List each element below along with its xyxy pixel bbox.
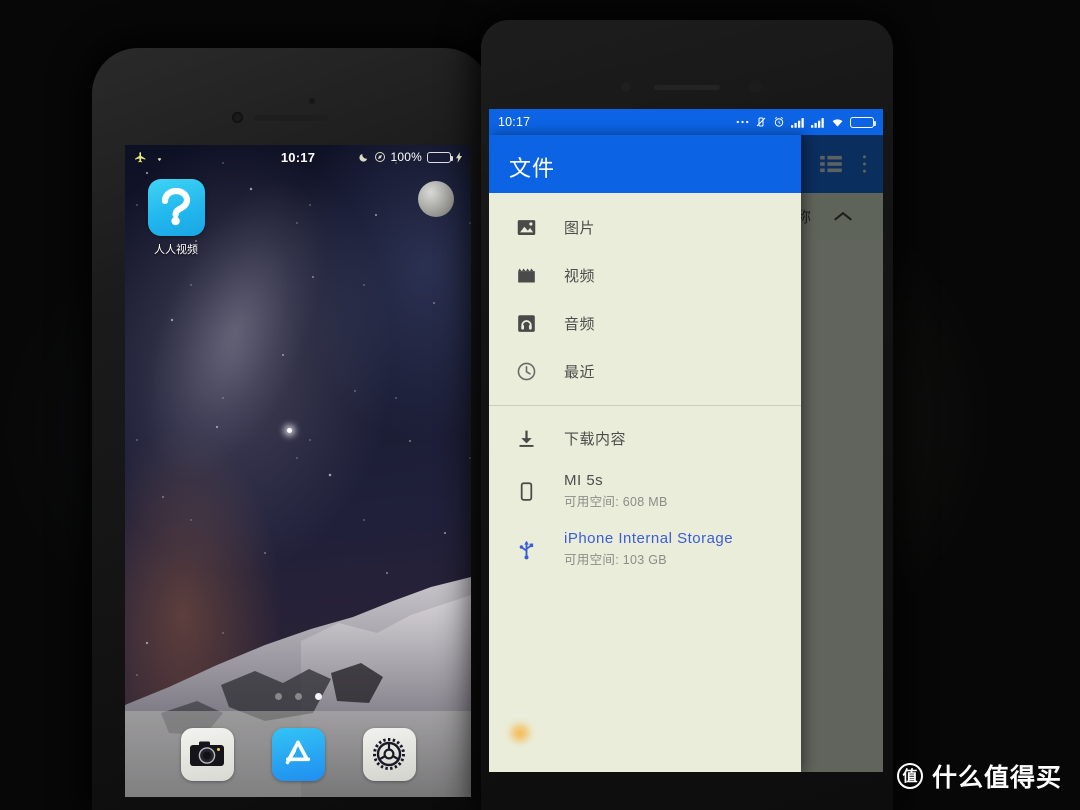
drawer-item-text: 图片	[564, 217, 595, 238]
image-icon	[514, 215, 538, 239]
signal-2-icon	[811, 117, 824, 128]
app-label: 人人视频	[154, 244, 198, 256]
wifi-icon	[832, 119, 843, 127]
photo-scene: 10:17 100% 人人视频 10:17 文件 图片 视频 音频 最近 下载内…	[0, 0, 1080, 810]
ios-status-right: 100%	[358, 150, 462, 164]
audio-icon	[514, 311, 538, 335]
drawer-item-audio[interactable]: 音频	[489, 299, 801, 347]
clock-icon	[514, 359, 538, 383]
iphone-sensor	[309, 98, 315, 104]
image-glyph	[517, 219, 535, 235]
page-dot-1	[274, 693, 282, 700]
android-status-icons	[736, 116, 876, 128]
iphone-screen[interactable]: 10:17 100% 人人视频	[125, 145, 471, 797]
phone-icon	[514, 479, 538, 503]
android-screen[interactable]: 10:17 文件 图片 视频 音频 最近 下载内容 MI 5s 可用空间: 60…	[489, 109, 883, 772]
drawer-item-videos[interactable]: 视频	[489, 251, 801, 299]
drawer-item-label: MI 5s	[564, 472, 604, 489]
camera-icon[interactable]	[180, 727, 234, 781]
app-store-glyph	[285, 740, 311, 765]
drawer-item-recent[interactable]: 最近	[489, 347, 801, 395]
drawer-item-text: 视频	[564, 265, 595, 286]
drawer-item-label: 最近	[564, 363, 596, 381]
drawer-item-iphone-storage[interactable]: iPhone Internal Storage 可用空间: 103 GB	[489, 520, 801, 578]
bright-star	[287, 428, 292, 433]
battery-icon	[850, 116, 876, 128]
moon-icon	[358, 153, 367, 162]
download-icon	[514, 426, 538, 450]
renren-video-icon	[147, 179, 205, 236]
drawer-item-subtitle: 可用空间: 103 GB	[564, 553, 667, 567]
drawer-item-text: 最近	[564, 361, 595, 382]
watermark-badge: 值	[896, 763, 923, 789]
drawer-item-label: 音频	[564, 315, 596, 333]
drawer-item-label: 下载内容	[564, 430, 627, 448]
usb-icon	[514, 537, 538, 561]
page-dot-3	[314, 693, 322, 700]
android-clock: 10:17	[498, 115, 531, 129]
drawer-item-text: MI 5s 可用空间: 608 MB	[564, 472, 668, 510]
drawer-item-images[interactable]: 图片	[489, 203, 801, 251]
android-sensor	[749, 80, 762, 93]
iphone-device: 10:17 100% 人人视频	[92, 48, 490, 810]
settings-gear-icon[interactable]	[362, 727, 416, 781]
battery-percentage: 100%	[390, 150, 422, 164]
audio-glyph	[517, 314, 535, 332]
usb-glyph	[519, 540, 533, 559]
phone-glyph	[520, 481, 532, 501]
vibrate-off-icon	[756, 117, 766, 127]
renren-glyph	[161, 187, 191, 225]
more-dots-icon	[736, 120, 749, 124]
android-front-camera	[621, 82, 631, 92]
drawer-item-text: iPhone Internal Storage 可用空间: 103 GB	[564, 530, 733, 568]
battery-full-icon	[427, 151, 453, 163]
video-icon	[514, 263, 538, 287]
watermark: 值 什么值得买	[896, 758, 1062, 794]
home-page-dots[interactable]	[125, 693, 471, 700]
signal-1-icon	[791, 117, 804, 128]
drawer-item-label: 视频	[564, 267, 596, 285]
video-glyph	[517, 268, 535, 282]
app-store-icon[interactable]	[271, 727, 325, 781]
settings-glyph	[373, 738, 405, 770]
alarm-icon	[774, 117, 784, 127]
android-earpiece	[654, 85, 720, 90]
drawer-item-subtitle: 可用空间: 608 MB	[564, 495, 668, 509]
android-status-bar: 10:17	[489, 109, 883, 135]
drawer-main-list: 图片 视频 音频 最近 下载内容 MI 5s 可用空间: 608 MB iPho…	[489, 193, 801, 578]
android-device: 10:17 文件 图片 视频 音频 最近 下载内容 MI 5s 可用空间: 60…	[481, 20, 893, 810]
lightning-icon	[456, 151, 462, 163]
drawer-header: 文件	[489, 135, 801, 193]
ios-status-bar: 10:17 100%	[125, 145, 471, 169]
drawer-item-internal-storage[interactable]: MI 5s 可用空间: 608 MB	[489, 462, 801, 520]
lens-flare	[507, 722, 533, 744]
drawer-divider	[489, 405, 801, 406]
watermark-text: 什么值得买	[931, 764, 1062, 792]
camera-glyph	[190, 741, 224, 766]
drawer-item-label: iPhone Internal Storage	[564, 530, 734, 547]
location-icon	[374, 152, 385, 162]
drawer-item-label: 图片	[564, 219, 596, 237]
download-glyph	[519, 430, 533, 447]
ios-dock	[125, 711, 471, 797]
iphone-front-camera	[232, 112, 243, 123]
app-renren-video[interactable]: 人人视频	[141, 179, 211, 257]
notification-orb[interactable]	[418, 181, 454, 217]
navigation-drawer: 文件 图片 视频 音频 最近 下载内容 MI 5s 可用空间: 608 MB i…	[489, 135, 801, 772]
drawer-item-text: 音频	[564, 313, 595, 334]
clock-glyph	[517, 362, 535, 380]
drawer-item-text: 下载内容	[564, 428, 626, 449]
drawer-title: 文件	[509, 156, 556, 181]
page-dot-2	[294, 693, 302, 700]
iphone-earpiece	[254, 115, 328, 121]
drawer-item-downloads[interactable]: 下载内容	[489, 414, 801, 462]
